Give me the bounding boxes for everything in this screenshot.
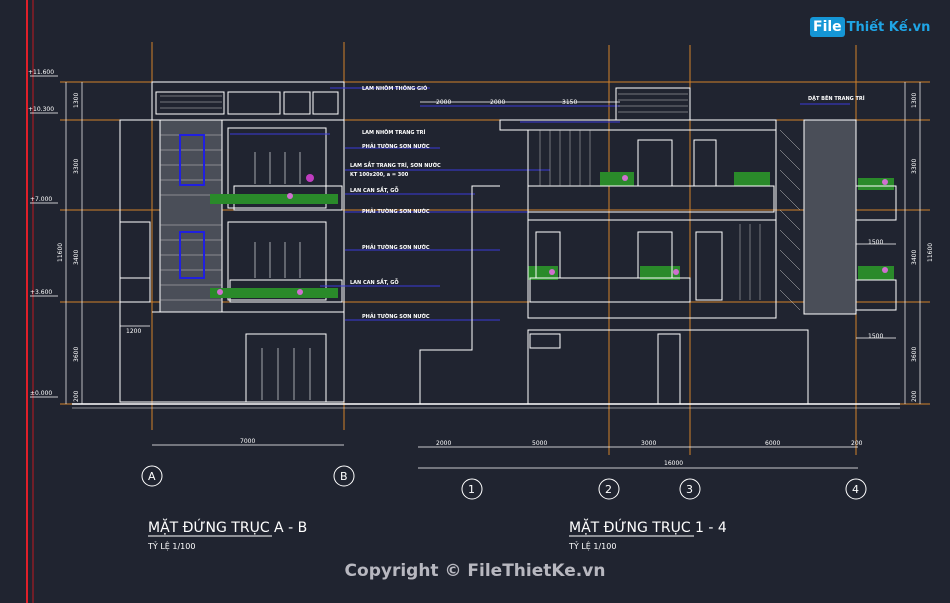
note-1: PHẢI TƯỜNG SƠN NƯỚC — [362, 142, 430, 150]
level-label: +7.000 — [30, 196, 52, 203]
right-elevation — [419, 87, 897, 405]
blue-windows — [179, 134, 843, 279]
note-5: PHẢI TƯỜNG SƠN NƯỚC — [362, 207, 430, 215]
title-right: MẶT ĐỨNG TRỤC 1 - 4 — [569, 518, 727, 536]
copyright-text: Copyright © FileThietKe.vn — [344, 561, 606, 581]
cad-elevation-drawing: LAM NHÔM THÔNG GIÓ LAM NHÔM TRANG TRÍ PH… — [26, 0, 934, 603]
level-markers — [30, 75, 58, 398]
brand-logo[interactable]: File Thiết Kế.vn — [810, 13, 930, 41]
dim-total-bottom: 16000 — [664, 460, 683, 467]
note-8: PHẢI TƯỜNG SƠN NƯỚC — [362, 312, 430, 320]
left-doors — [254, 152, 311, 400]
axis-label: A — [148, 470, 156, 483]
dim-bottom: 5000 — [532, 440, 547, 447]
level-label: +10.300 — [28, 106, 54, 113]
dim-left: 3600 — [73, 347, 80, 362]
left-elevation — [119, 81, 345, 403]
dim-side: 1500 — [868, 239, 883, 246]
dim-bottom: 6000 — [765, 440, 780, 447]
axis-label: 4 — [852, 483, 859, 496]
dim-left: 3400 — [73, 250, 80, 265]
axis-bubbles — [141, 465, 867, 500]
logo-file: File — [810, 17, 845, 37]
dim-left-total: 11600 — [57, 243, 64, 262]
note-4: LAN CAN SẮT, GỖ — [350, 186, 399, 194]
scale-right: TỶ LỆ 1/100 — [568, 540, 616, 552]
dim-right: 3300 — [911, 159, 918, 174]
dim-bottom: 3000 — [641, 440, 656, 447]
dim-left: 200 — [73, 390, 80, 402]
axis-label: 3 — [686, 483, 693, 496]
dim-left-small: 1200 — [126, 328, 141, 335]
dim-right-total: 11600 — [927, 243, 934, 262]
dim-right: 3600 — [911, 347, 918, 362]
note-2: LAM SẮT TRANG TRÍ, SƠN NƯỚC — [350, 161, 441, 169]
axis-label: 2 — [605, 483, 612, 496]
dim-bottom: 2000 — [436, 440, 451, 447]
dim-left: 1300 — [73, 93, 80, 108]
scale-left: TỶ LỆ 1/100 — [147, 540, 195, 552]
note-6: PHẢI TƯỜNG SƠN NƯỚC — [362, 243, 430, 251]
dim-right: 3400 — [911, 250, 918, 265]
logo-rest: Thiết Kế.vn — [846, 19, 931, 35]
note-3: KT 100x200, a = 300 — [350, 172, 409, 178]
dim-right: 1300 — [911, 93, 918, 108]
right-top-note: DẬT BÊN TRANG TRÍ — [808, 94, 865, 102]
dim-top: 3150 — [562, 99, 577, 106]
dim-right: 200 — [911, 390, 918, 402]
level-label: ±0.000 — [30, 390, 52, 397]
dim-bottom-left: 7000 — [240, 438, 255, 445]
dim-top: 2000 — [436, 99, 451, 106]
level-label: +11.600 — [28, 69, 54, 76]
dim-left: 3300 — [73, 159, 80, 174]
dim-side: 1500 — [868, 333, 883, 340]
dim-top: 2000 — [490, 99, 505, 106]
note-top: LAM NHÔM THÔNG GIÓ — [362, 85, 427, 92]
dim-bottom: 200 — [851, 440, 863, 447]
plants-decoration — [210, 172, 894, 298]
axis-label: B — [340, 470, 348, 483]
note-0: LAM NHÔM TRANG TRÍ — [362, 128, 426, 136]
note-7: LAN CAN SẮT, GỖ — [350, 278, 399, 286]
axis-label: 1 — [468, 483, 475, 496]
level-label: +3.600 — [30, 289, 52, 296]
title-left: MẶT ĐỨNG TRỤC A - B — [148, 518, 307, 536]
